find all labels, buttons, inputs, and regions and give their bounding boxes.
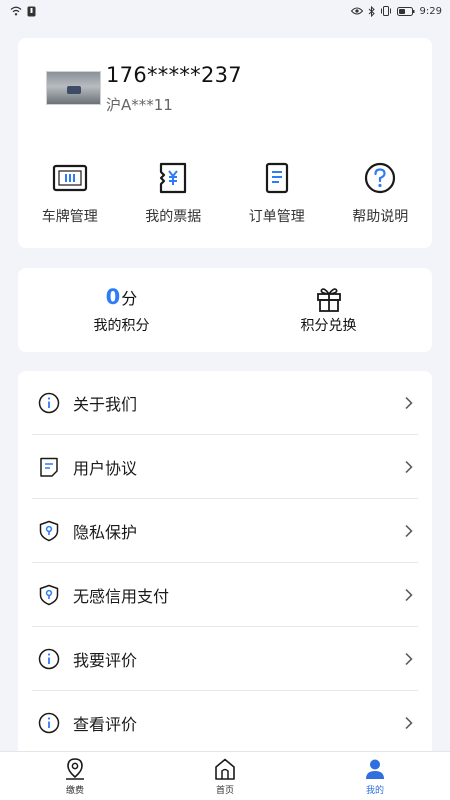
order-icon [265, 162, 288, 194]
menu-item-label: 无感信用支付 [73, 586, 170, 606]
quick-action-help[interactable]: 帮助说明 [330, 160, 430, 230]
menu-item-credit-payment[interactable]: 无感信用支付 [32, 563, 418, 627]
quick-actions: 车牌管理 我的票据 订单管理 帮助说明 [18, 160, 432, 230]
person-icon [366, 759, 384, 779]
points-exchange-label: 积分兑换 [300, 318, 357, 334]
menu-item-view-reviews[interactable]: 查看评价 [32, 691, 418, 755]
quick-action-label: 订单管理 [248, 209, 305, 225]
wifi-icon [10, 6, 22, 16]
chevron-right-icon [405, 460, 413, 473]
tab-label: 首页 [215, 785, 234, 796]
tab-label: 我的 [365, 785, 384, 796]
status-time: 9:29 [419, 5, 442, 17]
menu-item-write-review[interactable]: 我要评价 [32, 627, 418, 691]
menu-item-privacy[interactable]: 隐私保护 [32, 499, 418, 563]
points-card: 0 分 我的积分 积分兑换 [18, 268, 432, 352]
menu-item-label: 关于我们 [73, 394, 138, 414]
menu-item-user-agreement[interactable]: 用户协议 [32, 435, 418, 499]
menu-item-label: 查看评价 [73, 715, 138, 734]
gift-icon [316, 288, 341, 312]
info-icon [38, 712, 60, 734]
chevron-right-icon [405, 716, 413, 730]
points-unit: 分 [121, 289, 138, 308]
vibrate-icon [380, 6, 391, 16]
points-number: 0 [105, 285, 121, 309]
quick-action-plate-management[interactable]: 车牌管理 [20, 160, 120, 230]
avatar[interactable] [46, 71, 101, 105]
shield-icon [39, 584, 59, 605]
menu-card: 关于我们 用户协议 隐私保护 无感信用支付 我要评价 查看评价 [18, 371, 432, 771]
quick-action-label: 车牌管理 [41, 209, 98, 225]
quick-action-label: 我的票据 [145, 209, 202, 225]
home-icon [215, 758, 235, 780]
quick-action-my-receipts[interactable]: 我的票据 [123, 160, 223, 230]
profile-card: 176*****237 沪A***11 车牌管理 我的票据 订单管理 帮助说明 [18, 38, 432, 248]
bluetooth-icon [368, 5, 375, 17]
document-icon [40, 457, 58, 477]
menu-item-label: 我要评价 [73, 650, 138, 670]
notification-icon [27, 6, 36, 16]
chevron-right-icon [405, 396, 413, 409]
license-plate-icon [52, 164, 87, 192]
chevron-right-icon [405, 524, 413, 537]
menu-item-about-us[interactable]: 关于我们 [32, 371, 418, 435]
status-bar: 9:29 [0, 0, 450, 22]
info-icon [38, 648, 60, 669]
receipt-icon [160, 162, 187, 194]
tab-payment[interactable]: 缴费 [15, 757, 135, 796]
battery-icon [396, 6, 415, 16]
help-icon [365, 162, 396, 194]
points-value: 0 分 [106, 285, 138, 313]
tab-mine[interactable]: 我的 [315, 757, 435, 796]
tab-label: 缴费 [65, 785, 84, 796]
tab-home[interactable]: 首页 [165, 757, 285, 796]
eye-icon [350, 7, 363, 15]
quick-action-label: 帮助说明 [352, 209, 409, 225]
user-phone: 176*****237 [106, 63, 242, 87]
menu-item-label: 隐私保护 [73, 522, 138, 542]
my-points-label: 我的积分 [93, 318, 150, 334]
points-exchange[interactable]: 积分兑换 [225, 268, 432, 352]
quick-action-order-management[interactable]: 订单管理 [227, 160, 327, 230]
menu-item-label: 用户协议 [73, 458, 138, 478]
user-plate: 沪A***11 [106, 96, 173, 114]
my-points[interactable]: 0 分 我的积分 [18, 268, 225, 352]
info-icon [38, 392, 60, 413]
location-pin-icon [66, 757, 84, 780]
bottom-tab-bar: 缴费 首页 我的 [0, 751, 450, 800]
chevron-right-icon [405, 652, 413, 665]
chevron-right-icon [405, 588, 413, 601]
shield-icon [39, 520, 59, 541]
